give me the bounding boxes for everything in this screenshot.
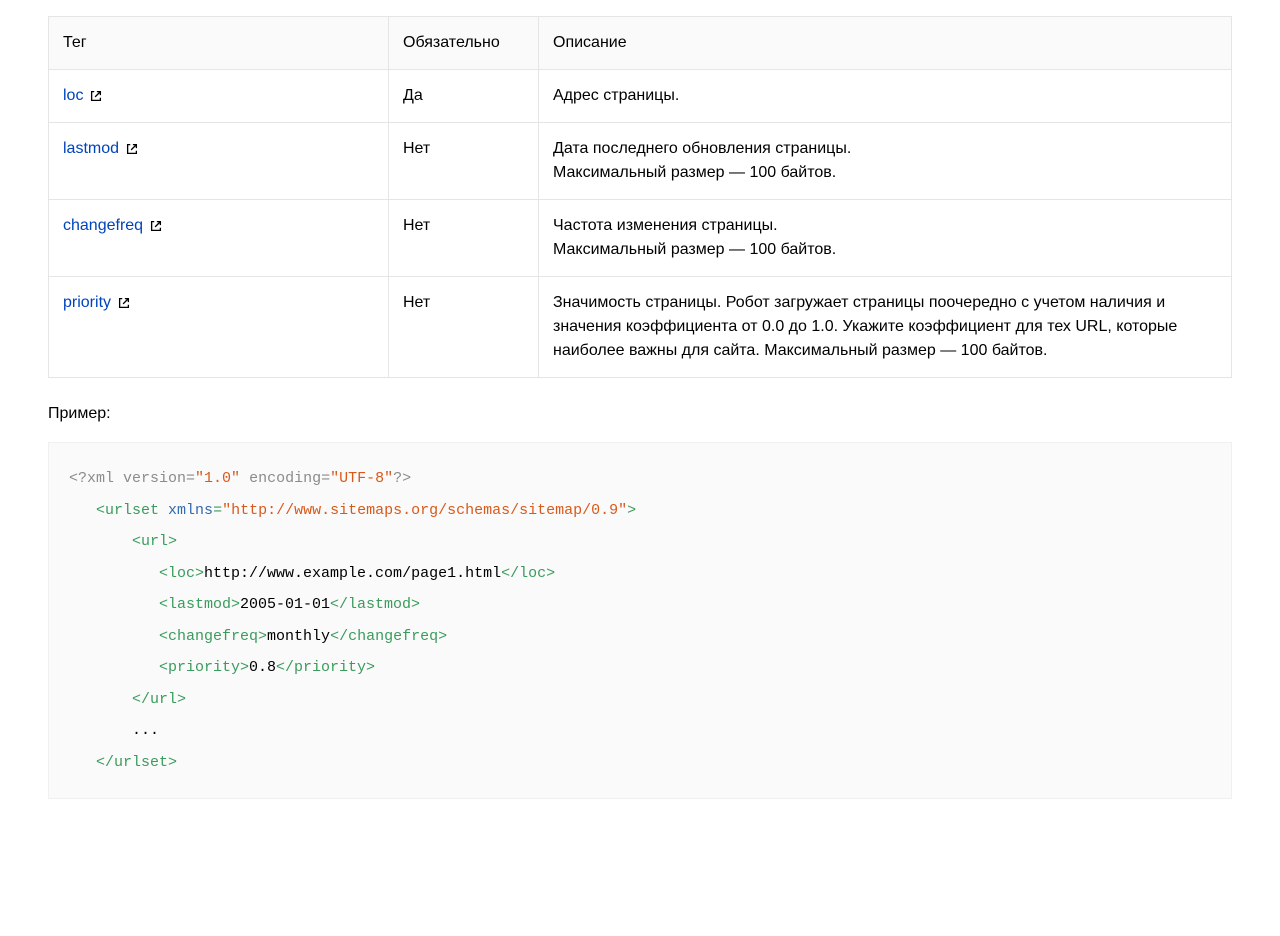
table-row: lastmod Нет Дата последнего обновления с… — [49, 123, 1232, 200]
description-cell: Адрес страницы. — [539, 70, 1232, 123]
description-cell: Частота изменения страницы. Максимальный… — [539, 200, 1232, 277]
external-link-icon — [149, 219, 163, 233]
required-cell: Нет — [389, 200, 539, 277]
priority-link[interactable]: priority — [63, 291, 111, 315]
table-header-tag: Тег — [49, 17, 389, 70]
description-cell: Значимость страницы. Робот загружает стр… — [539, 277, 1232, 378]
required-cell: Нет — [389, 277, 539, 378]
required-cell: Да — [389, 70, 539, 123]
table-header-required: Обязательно — [389, 17, 539, 70]
table-header-description: Описание — [539, 17, 1232, 70]
lastmod-link[interactable]: lastmod — [63, 137, 119, 161]
external-link-icon — [125, 142, 139, 156]
table-row: changefreq Нет Частота изменения страниц… — [49, 200, 1232, 277]
changefreq-link[interactable]: changefreq — [63, 214, 143, 238]
loc-link[interactable]: loc — [63, 84, 83, 108]
table-row: loc Да Адрес страницы. — [49, 70, 1232, 123]
external-link-icon — [117, 296, 131, 310]
example-label: Пример: — [48, 402, 1232, 426]
table-row: priority Нет Значимость страницы. Робот … — [49, 277, 1232, 378]
sitemap-tags-table: Тег Обязательно Описание loc Да Адрес ст… — [48, 16, 1232, 378]
description-cell: Дата последнего обновления страницы. Мак… — [539, 123, 1232, 200]
xml-code-example: <?xml version="1.0" encoding="UTF-8"?> <… — [48, 442, 1232, 799]
required-cell: Нет — [389, 123, 539, 200]
external-link-icon — [89, 89, 103, 103]
